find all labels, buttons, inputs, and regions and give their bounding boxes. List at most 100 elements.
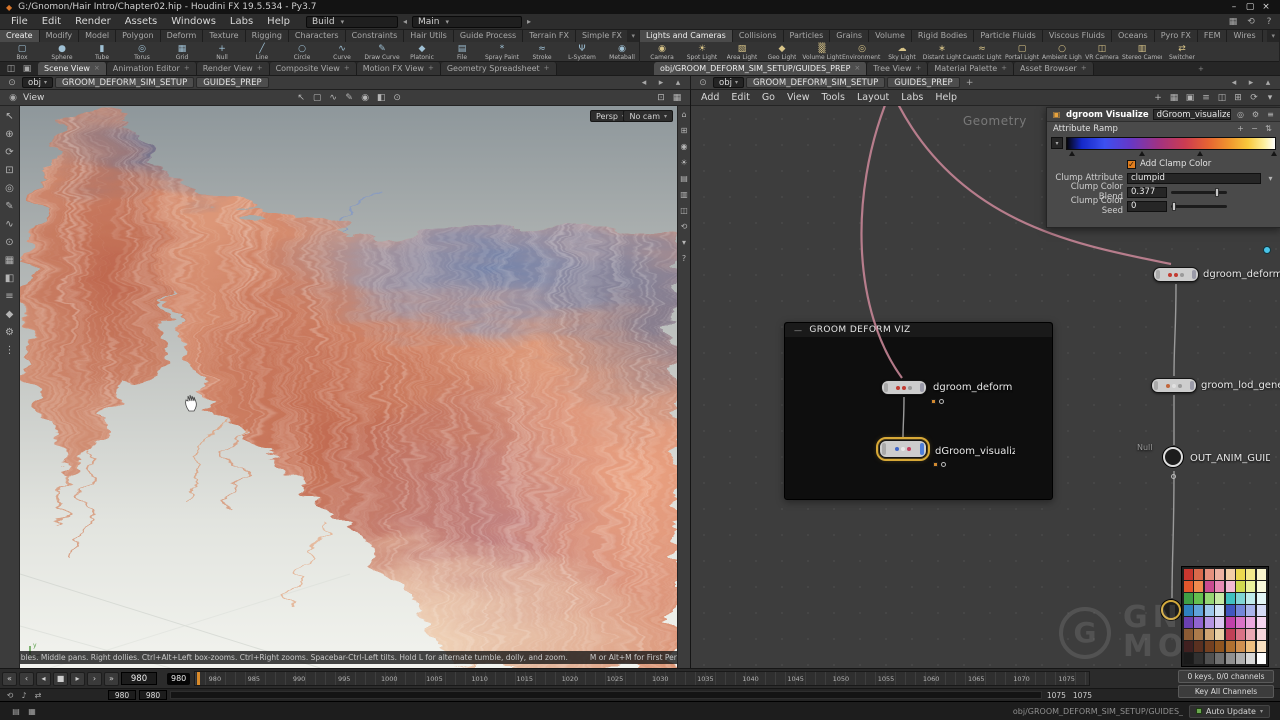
desktop-layout-icon[interactable]: ▦ [1226, 17, 1240, 27]
shelf-tool-area-light[interactable]: ▧Area Light [722, 42, 762, 62]
shading-icon[interactable]: ▤ [679, 174, 690, 184]
shelf-tab-oceans[interactable]: Oceans [1112, 30, 1155, 42]
auto-update-dropdown[interactable]: Auto Update ▾ [1189, 705, 1270, 718]
palette-swatch-52[interactable] [1226, 641, 1235, 652]
keys-channels-button[interactable]: 0 keys, 0/0 channels [1178, 670, 1274, 683]
camera-view-lock-icon[interactable]: ⊡ [654, 91, 668, 105]
minimize-button[interactable]: – [1226, 2, 1242, 12]
shelf-tool-sphere[interactable]: ●Sphere [42, 42, 82, 62]
more-icon[interactable]: ⋮ [3, 343, 17, 359]
palette-swatch-32[interactable] [1184, 617, 1193, 628]
network-box-header[interactable]: — GROOM DEFORM VIZ [785, 323, 1052, 337]
pane-layout-icon[interactable]: ▦ [670, 91, 684, 105]
palette-swatch-61[interactable] [1236, 653, 1245, 664]
palette-swatch-25[interactable] [1194, 605, 1203, 616]
shelf-tab-collisions[interactable]: Collisions [733, 30, 784, 42]
palette-swatch-35[interactable] [1215, 617, 1224, 628]
close-button[interactable]: × [1258, 2, 1274, 12]
timeline-ruler[interactable]: 9809859909951000100510101015102010251030… [194, 671, 1090, 686]
menu-windows[interactable]: Windows [164, 14, 223, 29]
pane-tab-affix[interactable]: + [916, 62, 922, 75]
palette-swatch-28[interactable] [1226, 605, 1235, 616]
pane-tab-affix[interactable]: × [94, 62, 100, 75]
lasso-icon[interactable]: ∿ [3, 217, 17, 233]
clump-color-seed-slider[interactable] [1171, 205, 1227, 208]
palette-swatch-44[interactable] [1226, 629, 1235, 640]
maximize-button[interactable]: ▢ [1242, 2, 1258, 12]
playback-range-bar[interactable] [170, 691, 1042, 699]
pane-tab-asset-browser[interactable]: Asset Browser+ [1014, 62, 1094, 75]
node-info-badge[interactable] [1171, 474, 1176, 479]
palette-swatch-48[interactable] [1184, 641, 1193, 652]
shelf-tab-lights-and-cameras[interactable]: Lights and Cameras [640, 30, 733, 42]
palette-swatch-15[interactable] [1257, 581, 1266, 592]
pane-tab-material-palette[interactable]: Material Palette+ [928, 62, 1014, 75]
box-pick-icon[interactable]: ▢ [310, 91, 324, 105]
net-menu-labs[interactable]: Labs [895, 90, 929, 105]
layout-icon[interactable]: ≡ [3, 289, 17, 305]
net-grid-icon[interactable]: ⊞ [1231, 91, 1245, 105]
shelf-tool-camera[interactable]: ◉Camera [642, 42, 682, 62]
net-menu-arrow-icon[interactable]: ▾ [1263, 91, 1277, 105]
shelf-tab-particle-fluids[interactable]: Particle Fluids [974, 30, 1042, 42]
network-root-dropdown[interactable]: obj▾ [713, 77, 744, 88]
shelf-tab-viscous-fluids[interactable]: Viscous Fluids [1043, 30, 1112, 42]
shelf-tab-particles[interactable]: Particles [784, 30, 831, 42]
shelf-tool-box[interactable]: ▢Box [2, 42, 42, 62]
play-reverse-button[interactable]: ◂ [36, 672, 51, 686]
palette-swatch-45[interactable] [1236, 629, 1245, 640]
net-list-icon[interactable]: ≡ [1199, 91, 1213, 105]
pane-tab-render-view[interactable]: Render View+ [197, 62, 270, 75]
menu-labs[interactable]: Labs [223, 14, 260, 29]
pane-tab-affix[interactable]: + [344, 62, 350, 75]
crumb-guides-prep[interactable]: GUIDES_PREP [887, 77, 959, 88]
palette-swatch-8[interactable] [1184, 581, 1193, 592]
pane-maximize-icon[interactable]: ▣ [20, 64, 34, 74]
rotate-icon[interactable]: ⟳ [3, 145, 17, 161]
sync-icon[interactable]: ⟲ [1244, 17, 1258, 27]
palette-swatch-39[interactable] [1257, 617, 1266, 628]
new-pane-tab-button[interactable]: + [1194, 63, 1208, 75]
up-level-icon[interactable]: ▴ [671, 78, 685, 88]
lighting-icon[interactable]: ☀ [679, 158, 690, 168]
slider-handle[interactable] [1172, 202, 1176, 211]
shelf-tool-spot-light[interactable]: ☀Spot Light [682, 42, 722, 62]
play-button[interactable]: ▸ [70, 672, 85, 686]
palette-swatch-10[interactable] [1205, 581, 1214, 592]
home-view-icon[interactable]: ⌂ [679, 110, 690, 120]
palette-swatch-18[interactable] [1205, 593, 1214, 604]
message-log-icon[interactable]: ▤ [10, 707, 22, 716]
palette-swatch-31[interactable] [1257, 605, 1266, 616]
node-out-anim-guide[interactable] [1163, 447, 1183, 467]
palette-swatch-56[interactable] [1184, 653, 1193, 664]
pane-tab-obj-groom-deform-sim-setup-guides-prep[interactable]: obj/GROOM_DEFORM_SIM_SETUP/GUIDES_PREP× [654, 62, 867, 75]
link-icon[interactable]: ⊙ [696, 78, 710, 88]
lasso-pick-icon[interactable]: ∿ [326, 91, 340, 105]
up-level-icon[interactable]: ▴ [1261, 78, 1275, 88]
net-snap-grid-icon[interactable]: ▦ [1167, 91, 1181, 105]
palette-swatch-13[interactable] [1236, 581, 1245, 592]
next-frame-button[interactable]: › [87, 672, 102, 686]
pane-tab-scene-view[interactable]: Scene View× [38, 62, 107, 75]
snap-icon[interactable]: ⊙ [3, 235, 17, 251]
shelf-tab-polygon[interactable]: Polygon [116, 30, 160, 42]
desktop-dropdown[interactable]: Build▾ [306, 16, 398, 28]
ramp-add-point-icon[interactable]: + [1235, 124, 1246, 133]
palette-swatch-19[interactable] [1215, 593, 1224, 604]
palette-swatch-2[interactable] [1205, 569, 1214, 580]
net-add-icon[interactable]: + [1151, 91, 1165, 105]
net-menu-tools[interactable]: Tools [816, 90, 851, 105]
ramp-marker[interactable] [1271, 151, 1277, 156]
node-flag-badge[interactable] [933, 462, 938, 467]
network-canvas[interactable]: Geometry — GROOM DEFORM VIZ [691, 106, 1280, 668]
palette-swatch-57[interactable] [1194, 653, 1203, 664]
palette-swatch-63[interactable] [1257, 653, 1266, 664]
prev-desktop-button[interactable]: ◂ [399, 17, 411, 26]
focus-icon[interactable]: ◉ [679, 142, 690, 152]
param-pin-icon[interactable]: ◎ [1235, 110, 1246, 119]
shelf-tab-constraints[interactable]: Constraints [346, 30, 405, 42]
move-icon[interactable]: ⊕ [3, 127, 17, 143]
pane-tab-affix[interactable]: + [1081, 62, 1087, 75]
pane-tab-affix[interactable]: + [257, 62, 263, 75]
palette-swatch-17[interactable] [1194, 593, 1203, 604]
